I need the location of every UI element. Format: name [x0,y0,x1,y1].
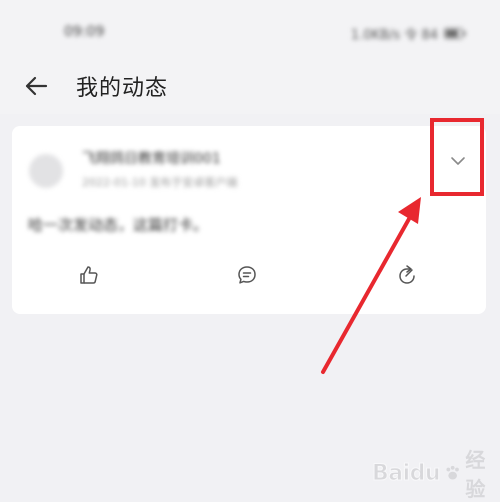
comment-icon[interactable] [236,264,258,286]
share-icon[interactable] [396,264,418,286]
post-author[interactable]: 飞翔鸽日教育培训001 [82,148,221,168]
status-indicators-text: 1.0KB/s 令 84 [350,28,438,43]
annotation-highlight-box [430,118,484,196]
watermark-brand: Baidu [371,460,441,486]
battery-icon [444,28,466,39]
like-icon[interactable] [78,264,100,286]
paw-icon [446,465,459,480]
avatar[interactable] [29,154,63,188]
nav-bar: 我的动态 [0,58,500,114]
post-action-bar [12,264,486,294]
arrow-left-icon[interactable] [22,72,50,100]
post-card[interactable]: 飞翔鸽日教育培训001 2022-01-10 发布于安卓客户端 哈一次发动态，这… [12,126,486,314]
post-meta: 2022-01-10 发布于安卓客户端 [82,176,238,189]
status-indicators: 1.0KB/s 令 84 [351,24,466,43]
status-bar: 09:09 1.0KB/s 令 84 [0,0,500,58]
page-title: 我的动态 [76,76,169,101]
status-time: 09:09 [64,24,105,40]
post-content[interactable]: 哈一次发动态，这篇打卡。 [28,214,208,235]
watermark-suffix: 经验 [465,448,486,501]
watermark: Baidu 经验 [371,444,500,502]
